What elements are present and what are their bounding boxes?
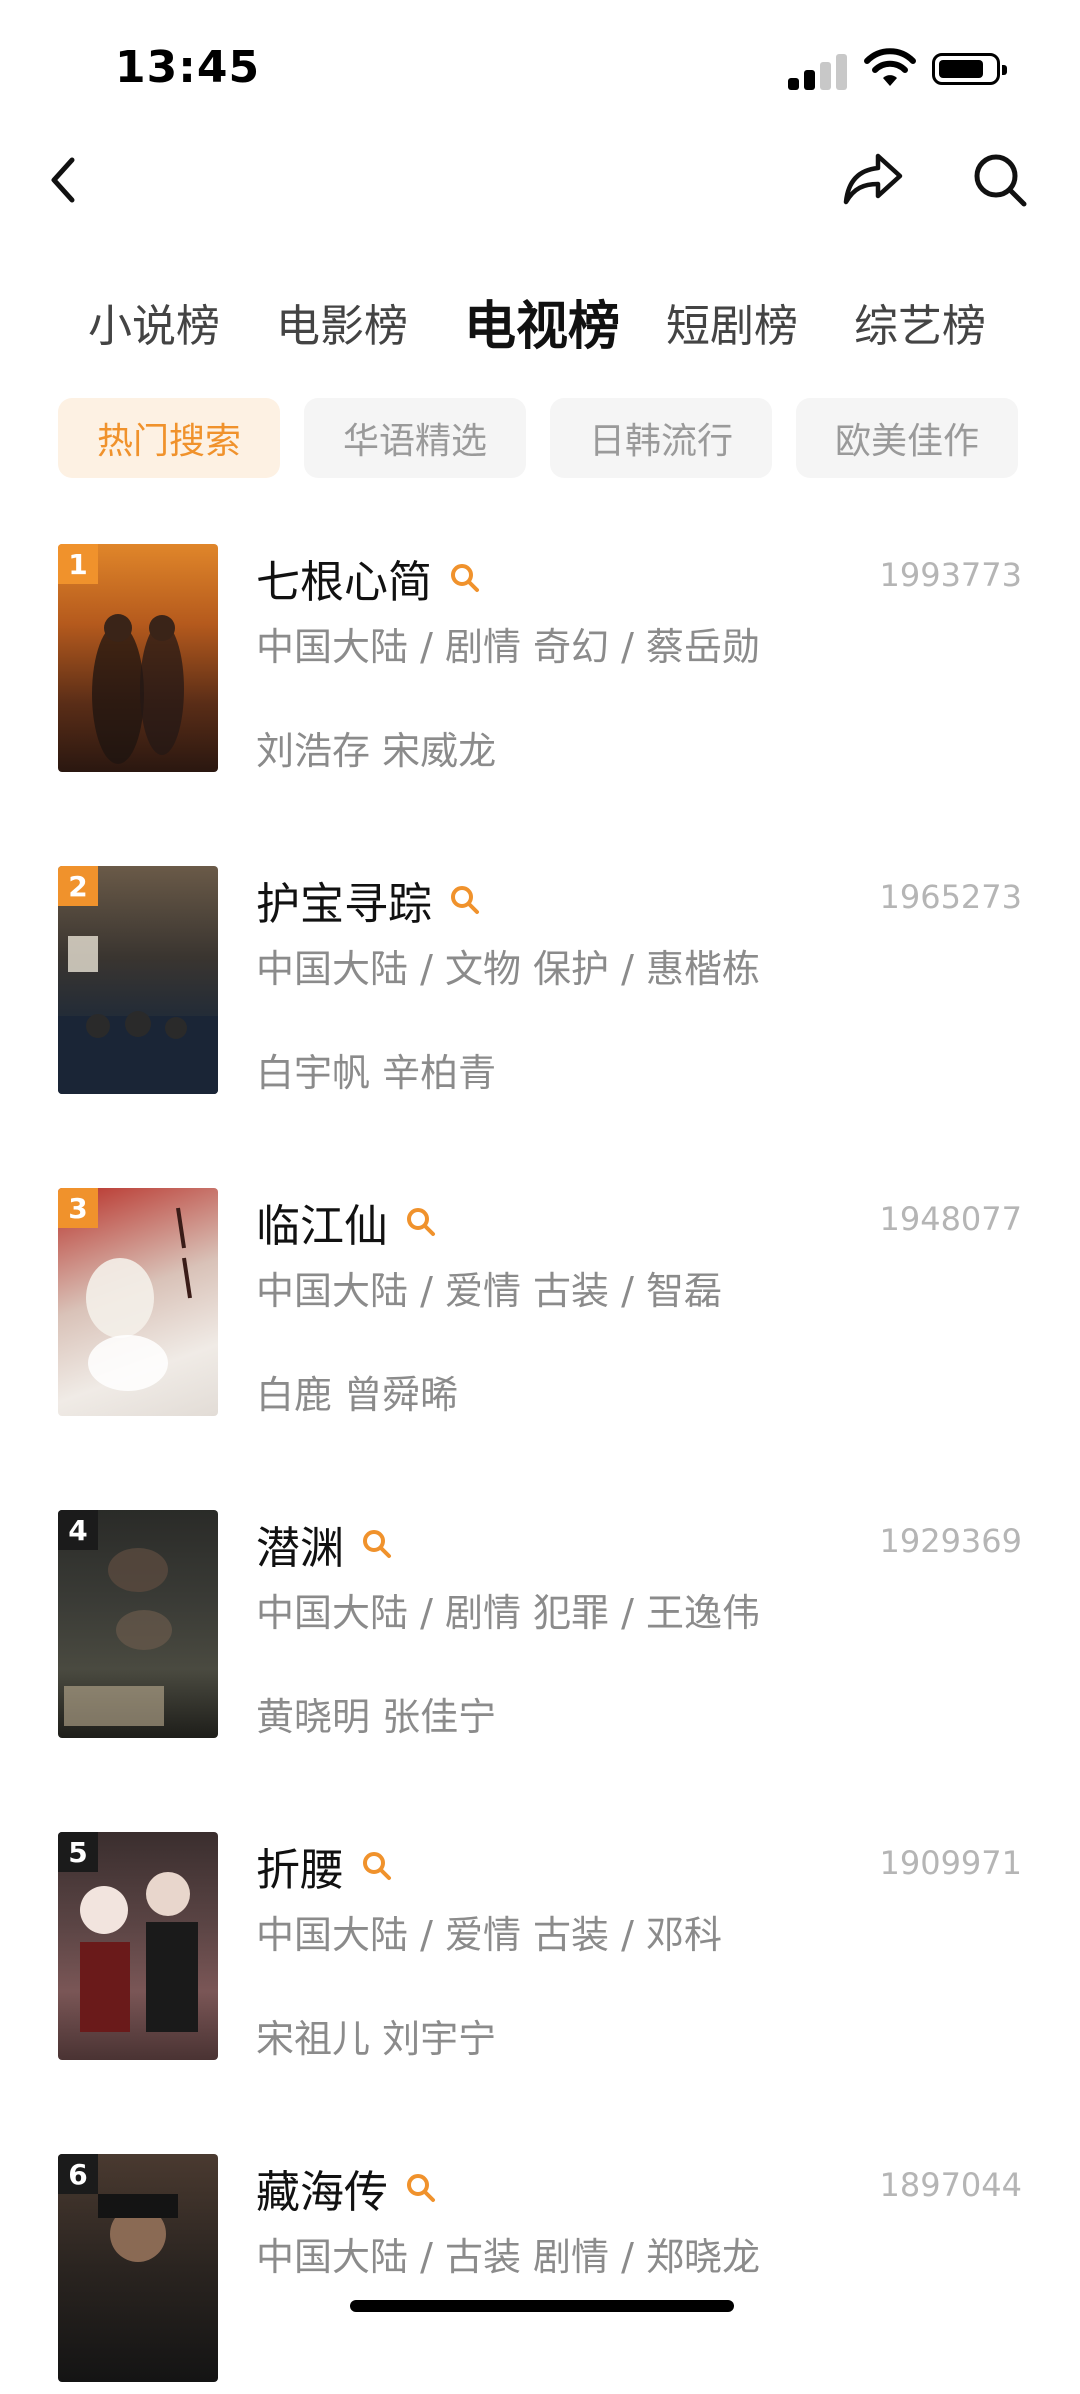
- search-icon[interactable]: [404, 1205, 438, 1239]
- search-icon[interactable]: [360, 1849, 394, 1883]
- item-title: 折腰: [256, 1845, 344, 1896]
- battery-icon: [932, 53, 1007, 85]
- home-indicator[interactable]: [350, 2300, 734, 2312]
- share-icon[interactable]: [840, 148, 906, 210]
- search-count: 1948077: [879, 1200, 1022, 1238]
- item-title: 临江仙: [256, 1201, 388, 1252]
- rank-badge: 2: [58, 866, 98, 906]
- tab-tv[interactable]: 电视榜: [464, 284, 620, 359]
- list-item[interactable]: 5 折腰 1909971 中国大陆 / 爱情 古装 / 邓科 宋祖儿 刘宇宁: [0, 1832, 1080, 2072]
- list-item[interactable]: 4 潜渊 1929369 中国大陆 / 剧情 犯罪 / 王逸伟 黄晓明 张佳宁: [0, 1510, 1080, 1750]
- item-cast: 宋祖儿 刘宇宁: [256, 2017, 497, 2061]
- rank-badge: 1: [58, 544, 98, 584]
- list-item[interactable]: 1 七根心简 1993773 中国大陆 / 剧情 奇幻 / 蔡岳勋 刘浩存 宋威…: [0, 544, 1080, 784]
- filter-chips: 热门搜索 华语精选 日韩流行 欧美佳作: [58, 398, 1058, 478]
- wifi-icon: [864, 48, 916, 86]
- title-row: 折腰: [256, 1834, 394, 1898]
- item-title: 护宝寻踪: [256, 879, 432, 930]
- chip-chinese[interactable]: 华语精选: [304, 398, 526, 478]
- rank-badge: 4: [58, 1510, 98, 1550]
- item-title: 潜渊: [256, 1523, 344, 1574]
- poster-image: 1: [58, 544, 218, 772]
- item-meta: 中国大陆 / 爱情 古装 / 智磊: [256, 1269, 723, 1313]
- tab-movies[interactable]: 电影榜: [276, 290, 408, 354]
- item-meta: 中国大陆 / 文物 保护 / 惠楷栋: [256, 947, 761, 991]
- search-icon[interactable]: [970, 150, 1030, 210]
- item-title: 七根心简: [256, 557, 432, 608]
- search-icon[interactable]: [360, 1527, 394, 1561]
- tab-variety[interactable]: 综艺榜: [854, 290, 986, 354]
- search-icon[interactable]: [404, 2171, 438, 2205]
- title-row: 临江仙: [256, 1190, 438, 1254]
- category-tabs: 小说榜 电影榜 电视榜 短剧榜 综艺榜: [0, 290, 1080, 370]
- status-time: 13:45: [115, 42, 261, 93]
- search-count: 1965273: [879, 878, 1022, 916]
- item-cast: 刘浩存 宋威龙: [256, 729, 497, 773]
- search-count: 1993773: [879, 556, 1022, 594]
- title-row: 护宝寻踪: [256, 868, 482, 932]
- search-icon[interactable]: [448, 883, 482, 917]
- item-meta: 中国大陆 / 剧情 奇幻 / 蔡岳勋: [256, 625, 761, 669]
- title-row: 七根心简: [256, 546, 482, 610]
- poster-image: 2: [58, 866, 218, 1094]
- rank-badge: 6: [58, 2154, 98, 2194]
- title-row: 潜渊: [256, 1512, 394, 1576]
- item-cast: 白鹿 曾舜晞: [256, 1373, 459, 1417]
- search-count: 1929369: [879, 1522, 1022, 1560]
- item-title: 藏海传: [256, 2167, 388, 2218]
- poster-image: 3: [58, 1188, 218, 1416]
- tab-novels[interactable]: 小说榜: [88, 290, 220, 354]
- chip-western[interactable]: 欧美佳作: [796, 398, 1018, 478]
- title-row: 藏海传: [256, 2156, 438, 2220]
- item-cast: 黄晓明 张佳宁: [256, 1695, 497, 1739]
- search-count: 1909971: [879, 1844, 1022, 1882]
- list-item[interactable]: 2 护宝寻踪 1965273 中国大陆 / 文物 保护 / 惠楷栋 白宇帆 辛柏…: [0, 866, 1080, 1106]
- poster-image: 6: [58, 2154, 218, 2382]
- search-icon[interactable]: [448, 561, 482, 595]
- rank-badge: 3: [58, 1188, 98, 1228]
- poster-image: 5: [58, 1832, 218, 2060]
- rank-badge: 5: [58, 1832, 98, 1872]
- tab-short-drama[interactable]: 短剧榜: [666, 290, 798, 354]
- item-meta: 中国大陆 / 古装 剧情 / 郑晓龙: [256, 2235, 761, 2279]
- poster-image: 4: [58, 1510, 218, 1738]
- chip-hot-search[interactable]: 热门搜索: [58, 398, 280, 478]
- item-cast: 白宇帆 辛柏青: [256, 1051, 497, 1095]
- cellular-signal-icon: [788, 50, 848, 90]
- chip-japan-korea[interactable]: 日韩流行: [550, 398, 772, 478]
- item-meta: 中国大陆 / 剧情 犯罪 / 王逸伟: [256, 1591, 761, 1635]
- back-icon[interactable]: [40, 150, 90, 210]
- item-meta: 中国大陆 / 爱情 古装 / 邓科: [256, 1913, 723, 1957]
- search-count: 1897044: [879, 2166, 1022, 2204]
- list-item[interactable]: 3 临江仙 1948077 中国大陆 / 爱情 古装 / 智磊 白鹿 曾舜晞: [0, 1188, 1080, 1428]
- list-item[interactable]: 6 藏海传 1897044 中国大陆 / 古装 剧情 / 郑晓龙: [0, 2154, 1080, 2394]
